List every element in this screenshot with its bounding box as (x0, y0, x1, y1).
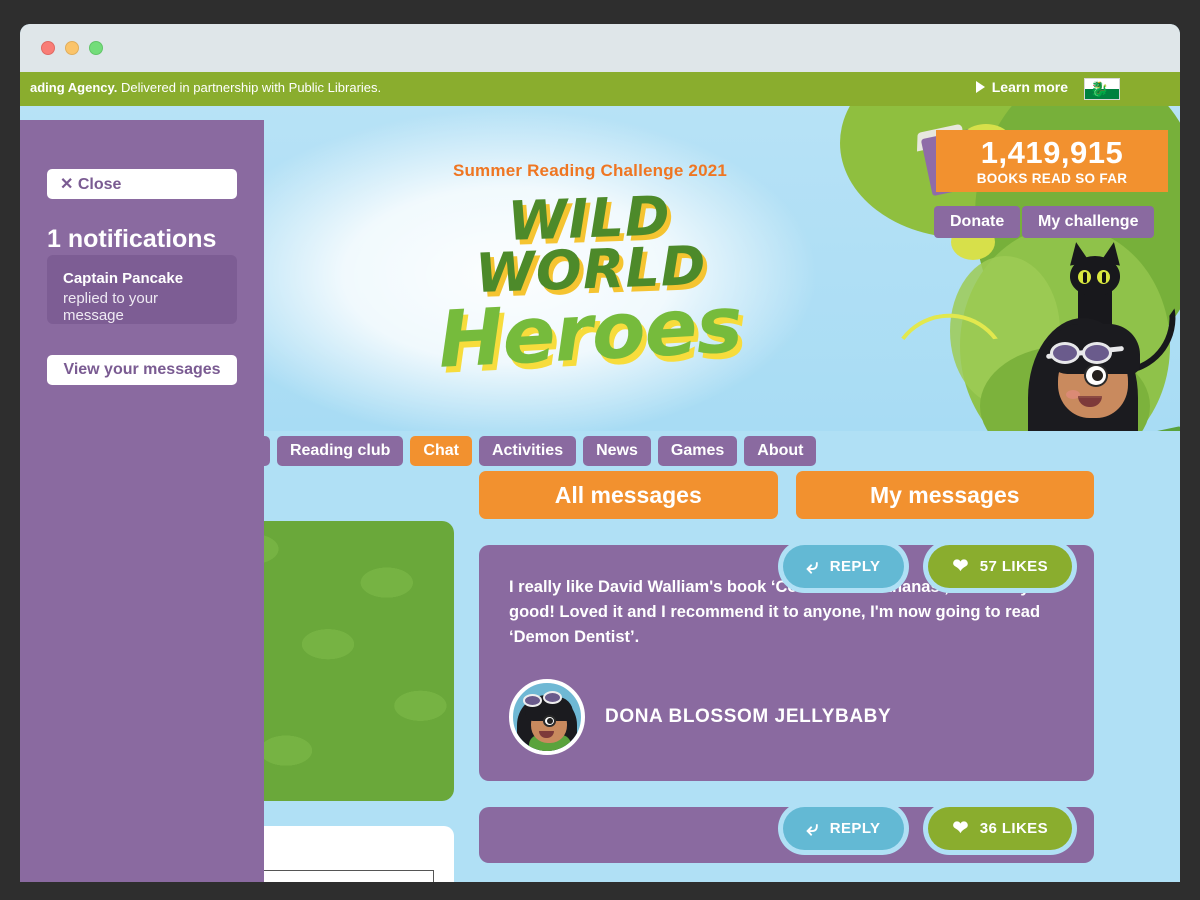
likes-label: 36 LIKES (979, 820, 1048, 838)
promo-banner-text: ading Agency. Delivered in partnership w… (30, 80, 381, 95)
page-viewport: ading Agency. Delivered in partnership w… (20, 72, 1180, 882)
notification-item-name: Captain Pancake (63, 270, 184, 287)
avatar (509, 679, 585, 756)
reply-label: REPLY (829, 820, 881, 838)
heart-icon: ❤ (952, 818, 969, 840)
promo-banner-text-rest: Delivered in partnership with Public Lib… (117, 80, 382, 95)
promo-banner-text-bold: ading Agency. (30, 80, 118, 95)
learn-more-link[interactable]: Learn more (975, 79, 1068, 95)
welsh-flag-icon[interactable]: 🐉 (1084, 78, 1120, 100)
notification-item[interactable]: Captain Pancake replied to your message (47, 255, 237, 324)
message-block: ⤶ REPLY ❤ 36 LIKES (479, 807, 1094, 864)
cat-pupil-shape (1102, 272, 1106, 283)
site-logo: Summer Reading Challenge 2021 WILD WORLD… (400, 161, 780, 385)
books-read-label: BOOKS READ SO FAR (976, 170, 1128, 186)
nav-item-about[interactable]: About (744, 436, 817, 466)
challenge-title: Summer Reading Challenge 2021 (452, 161, 728, 180)
close-notifications-button[interactable]: ✕ Close (47, 169, 237, 199)
donate-button[interactable]: Donate (934, 206, 1021, 238)
tab-all-messages[interactable]: All messages (479, 471, 778, 519)
messages-column: All messages My messages ⤶ REPLY ❤ 57 LI… (479, 471, 1094, 864)
cat-pupil-shape (1083, 272, 1087, 283)
reply-label: REPLY (829, 558, 881, 575)
window-maximize-button[interactable] (89, 41, 103, 55)
heart-icon: ❤ (952, 556, 969, 577)
likes-label: 57 LIKES (979, 558, 1048, 575)
my-challenge-button[interactable]: My challenge (1022, 206, 1155, 238)
learn-more-label: Learn more (991, 79, 1068, 95)
likes-button[interactable]: ❤ 36 LIKES (928, 807, 1072, 851)
goggles-icon (1082, 342, 1112, 364)
hero-character-illustration (1010, 240, 1180, 431)
window-close-button[interactable] (41, 41, 55, 55)
play-triangle-icon (975, 81, 985, 93)
tab-my-messages[interactable]: My messages (795, 471, 1094, 519)
reply-arrow-icon: ⤶ (806, 817, 819, 841)
reply-button[interactable]: ⤶ REPLY (782, 807, 905, 851)
welsh-dragon-glyph: 🐉 (1090, 80, 1109, 98)
girl-pupil-shape (1092, 370, 1103, 381)
nav-item-reading-club[interactable]: Reading club (276, 436, 404, 466)
message-block: ⤶ REPLY ❤ 57 LIKES I really like David W… (479, 545, 1094, 782)
nav-item-activities[interactable]: Activities (478, 436, 577, 466)
window-titlebar (20, 24, 1180, 72)
notifications-title: 1 notifications (47, 225, 217, 253)
notification-item-description: replied to your message (63, 290, 159, 324)
message-actions: ⤶ REPLY ❤ 57 LIKES (782, 545, 1072, 588)
browser-window: ading Agency. Delivered in partnership w… (20, 24, 1180, 882)
goggles-icon (1050, 342, 1080, 364)
message-actions: ⤶ REPLY ❤ 36 LIKES (782, 807, 1072, 851)
reply-arrow-icon: ⤶ (806, 555, 819, 578)
books-read-number: 1,419,915 (980, 134, 1124, 170)
messages-tabs: All messages My messages (479, 471, 1094, 519)
books-read-counter: 1,419,915 BOOKS READ SO FAR (936, 130, 1168, 192)
nav-item-games[interactable]: Games (657, 436, 738, 466)
message-author: DONA BLOSSOM JELLYBABY (509, 679, 1064, 756)
reply-button[interactable]: ⤶ REPLY (782, 545, 905, 588)
promo-banner: ading Agency. Delivered in partnership w… (20, 72, 1180, 106)
logo-line-two: Heroes (436, 279, 744, 386)
notifications-panel: ✕ Close 1 notifications Captain Pancake … (20, 120, 264, 882)
window-minimize-button[interactable] (65, 41, 79, 55)
nav-item-chat[interactable]: Chat (410, 436, 472, 466)
likes-button[interactable]: ❤ 57 LIKES (928, 545, 1072, 588)
nav-item-news[interactable]: News (583, 436, 651, 466)
author-name: DONA BLOSSOM JELLYBABY (605, 706, 892, 728)
view-your-messages-button[interactable]: View your messages (47, 355, 237, 385)
